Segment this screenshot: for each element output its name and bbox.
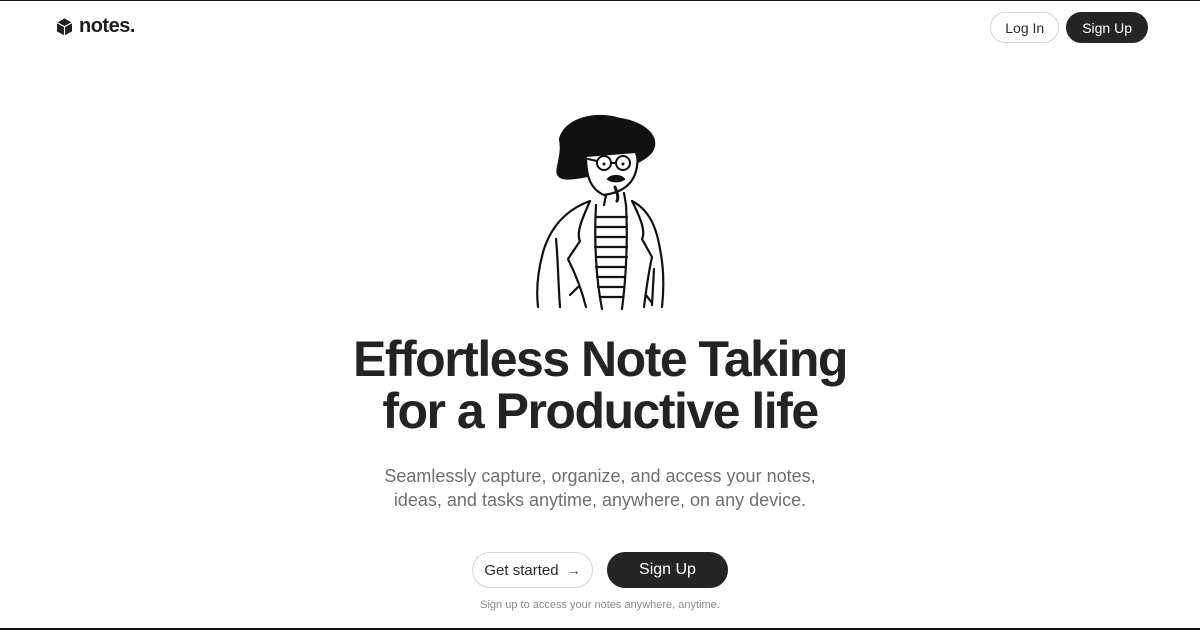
logo[interactable]: notes. <box>56 15 135 38</box>
nav-actions: Log In Sign Up <box>990 12 1148 43</box>
man-with-hat-illustration <box>520 109 680 319</box>
subtitle-line-2: ideas, and tasks anytime, anywhere, on a… <box>393 490 807 510</box>
logo-text: notes. <box>79 15 135 37</box>
hero-headline: Effortless Note Taking for a Productive … <box>0 333 1200 437</box>
nav-signup-button[interactable]: Sign Up <box>1066 12 1148 43</box>
headline-line-2: for a Productive life <box>382 383 819 439</box>
arrow-right-icon: → <box>566 562 581 578</box>
subtitle-line-1: Seamlessly capture, organize, and access… <box>384 466 816 486</box>
cube-icon <box>56 18 73 36</box>
top-nav: notes. Log In Sign Up <box>0 1 1200 57</box>
signup-note: Sign up to access your notes anywhere, a… <box>480 599 720 611</box>
hero-subtitle: Seamlessly capture, organize, and access… <box>0 464 1200 512</box>
get-started-button[interactable]: Get started → <box>472 552 593 588</box>
headline-line-1: Effortless Note Taking <box>353 331 848 387</box>
login-button[interactable]: Log In <box>990 12 1060 43</box>
hero-signup-button[interactable]: Sign Up <box>607 552 728 588</box>
cta-group: Get started → Sign Up <box>0 552 1200 588</box>
get-started-label: Get started <box>484 561 559 579</box>
